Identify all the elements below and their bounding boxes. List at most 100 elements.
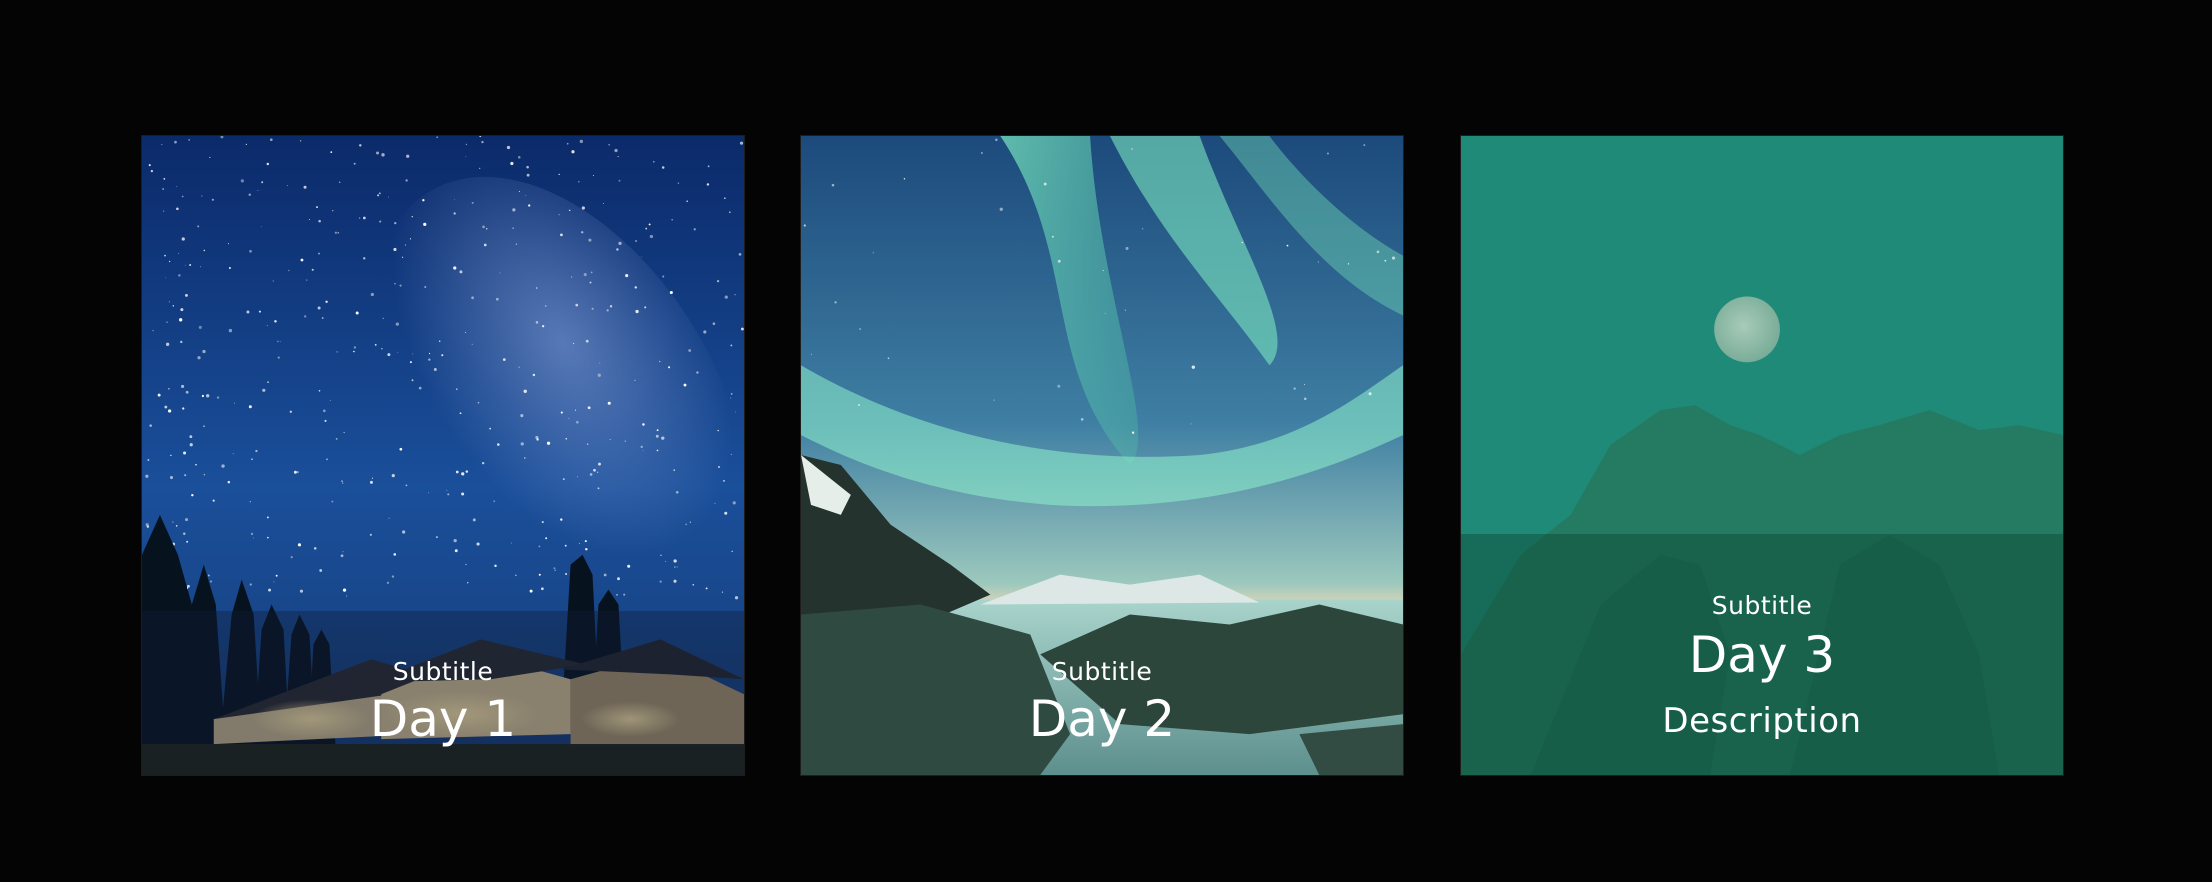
star xyxy=(234,402,235,404)
star xyxy=(152,330,154,332)
star xyxy=(831,183,835,187)
star xyxy=(253,537,254,539)
star xyxy=(483,243,487,247)
star xyxy=(623,593,626,596)
star xyxy=(399,284,402,287)
star xyxy=(341,480,343,483)
star xyxy=(184,474,187,477)
star xyxy=(174,140,177,144)
star xyxy=(303,185,307,189)
star xyxy=(585,339,589,343)
day-2-card[interactable]: Subtitle Day 2 xyxy=(800,135,1404,776)
star xyxy=(245,143,248,146)
star xyxy=(707,165,710,168)
star xyxy=(182,407,185,410)
star xyxy=(401,256,404,258)
star xyxy=(249,501,251,503)
star xyxy=(411,215,413,218)
star xyxy=(191,493,194,497)
star xyxy=(1131,148,1133,150)
star xyxy=(673,579,677,583)
star xyxy=(668,366,671,369)
star xyxy=(258,310,261,313)
star xyxy=(731,550,733,553)
star xyxy=(887,357,890,360)
star xyxy=(288,269,290,272)
star xyxy=(472,518,476,522)
star xyxy=(240,179,244,183)
star xyxy=(575,303,579,307)
star xyxy=(318,252,320,255)
star xyxy=(903,177,906,180)
star xyxy=(324,419,327,422)
star xyxy=(273,581,275,583)
star xyxy=(724,295,728,299)
star xyxy=(477,401,480,404)
star xyxy=(578,542,580,544)
star xyxy=(683,383,687,387)
day-1-card[interactable]: Subtitle Day 1 xyxy=(141,135,745,776)
star xyxy=(232,453,234,455)
star xyxy=(157,393,161,397)
star xyxy=(145,474,149,478)
star xyxy=(169,475,174,480)
star xyxy=(671,219,673,221)
star xyxy=(525,194,527,196)
star xyxy=(195,463,197,466)
star xyxy=(391,575,395,578)
star xyxy=(363,216,366,220)
star xyxy=(275,574,278,577)
star xyxy=(635,240,637,242)
star xyxy=(617,156,619,158)
star xyxy=(675,490,679,494)
star xyxy=(359,144,362,147)
star xyxy=(581,231,584,234)
star xyxy=(585,548,588,551)
star xyxy=(1125,246,1129,250)
star xyxy=(686,200,689,203)
star xyxy=(322,409,326,413)
star xyxy=(381,347,383,350)
star xyxy=(441,354,444,357)
star xyxy=(502,358,506,361)
star xyxy=(536,287,538,289)
star xyxy=(1303,397,1307,401)
star xyxy=(353,162,356,165)
star xyxy=(535,321,539,324)
star xyxy=(423,222,427,227)
card-title: Day 3 xyxy=(1688,626,1836,684)
star xyxy=(148,164,151,167)
star xyxy=(529,589,533,593)
star xyxy=(617,577,620,581)
star xyxy=(313,547,317,550)
star xyxy=(287,185,289,187)
star xyxy=(228,328,233,333)
star xyxy=(673,469,676,472)
star xyxy=(453,212,456,215)
card-caption: Subtitle Day 1 xyxy=(142,657,744,747)
star xyxy=(186,540,189,543)
star xyxy=(618,241,622,246)
star xyxy=(329,400,331,402)
star xyxy=(161,143,163,146)
star xyxy=(170,454,172,457)
star xyxy=(1102,270,1104,272)
day-3-card[interactable]: Subtitle Day 3 Description xyxy=(1460,135,2064,776)
star xyxy=(262,388,266,392)
star xyxy=(495,297,499,301)
star xyxy=(272,280,274,282)
star xyxy=(418,386,422,390)
star xyxy=(465,143,468,146)
star xyxy=(515,574,517,577)
star xyxy=(589,473,593,476)
star xyxy=(739,141,744,145)
star xyxy=(673,566,676,568)
star xyxy=(168,301,170,303)
star xyxy=(369,533,372,536)
star xyxy=(676,566,678,568)
star xyxy=(1327,152,1329,155)
star xyxy=(176,207,179,211)
star xyxy=(1190,423,1192,425)
star xyxy=(590,271,593,274)
star xyxy=(454,198,455,200)
